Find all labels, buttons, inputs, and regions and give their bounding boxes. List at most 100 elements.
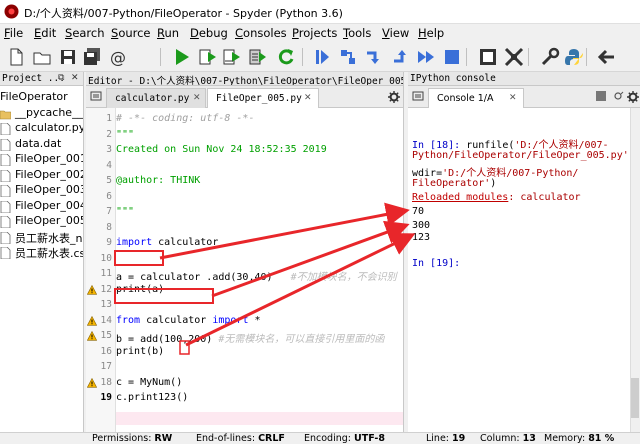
menu-search[interactable]: Search <box>65 26 105 40</box>
close-tab-icon[interactable]: ✕ <box>304 93 312 103</box>
file-icon <box>0 246 11 260</box>
code-line: print(a) <box>116 283 165 295</box>
line-number: 3 <box>106 144 112 155</box>
line-number: 9 <box>106 237 112 248</box>
scrollbar-thumb[interactable] <box>631 378 639 418</box>
encoding-status: Encoding: UTF-8 <box>304 433 385 444</box>
console-output-70: 70 <box>412 206 425 217</box>
current-line-highlight <box>116 412 403 425</box>
line-number-gutter: 1 2 3 4 5 6 7 8 9 10 11 12 13 14 15 16 17 18 19 <box>86 108 116 432</box>
console-line-wdir: wdir='D:/个人资料/007-Python/ <box>412 164 578 179</box>
tab-calculator[interactable]: calculator.py ✕ <box>106 88 206 108</box>
menu-projects[interactable]: Projects <box>292 26 337 40</box>
line-number: 16 <box>100 345 112 357</box>
menu-bar: File Edit Search Source Run Debug Consoles Proj… <box>0 24 640 42</box>
status-bar: Permissions: RW End-of-lines: CRLF Encod… <box>0 432 640 444</box>
project-pane-header: Project ... ⧉ ✕ <box>0 72 83 86</box>
gear-icon[interactable] <box>388 91 400 103</box>
save-all-icon[interactable] <box>82 47 102 67</box>
tab-label: calculator.py <box>115 93 190 104</box>
step-icon[interactable] <box>338 47 358 67</box>
run-icon[interactable] <box>172 47 192 67</box>
line-number: 14 <box>100 314 112 326</box>
gear-icon[interactable] <box>627 91 639 103</box>
code-line: b = add(100,200) #无需模块名，可以直接引用里面的函 <box>116 334 385 345</box>
tab-console-1a[interactable]: Console 1/A ✕ <box>428 88 524 108</box>
continue-icon[interactable] <box>416 47 436 67</box>
tree-item-label: FileOper_003.p <box>15 183 83 196</box>
console-output-300: 300 <box>412 220 431 231</box>
menu-source[interactable]: Source <box>111 26 151 40</box>
close-tab-icon[interactable]: ✕ <box>193 93 201 103</box>
browse-tabs-icon[interactable] <box>412 90 424 102</box>
tab-label: FileOper_005.py <box>216 93 302 104</box>
editor-pane: Editor - D:\个人资料\007-Python\FileOperator… <box>86 72 404 432</box>
file-icon <box>0 215 11 229</box>
toolbar-separator <box>302 48 303 66</box>
code-line: a = calculator .add(30,40) #不加模块名，不会识别 <box>116 272 397 283</box>
editor-pane-title: Editor - D:\个人资料\007-Python\FileOperator… <box>88 76 404 86</box>
save-file-icon[interactable] <box>58 47 78 67</box>
browse-tabs-icon[interactable] <box>90 90 102 102</box>
code-line: print(b) <box>116 345 165 357</box>
wdir-path-b: FileOperator' <box>412 178 491 189</box>
menu-help[interactable]: Help <box>418 26 444 40</box>
code-line: import calculator <box>116 237 219 248</box>
file-icon <box>0 200 11 213</box>
menu-run[interactable]: Run <box>157 26 179 40</box>
in19-prompt: In [19]: <box>412 258 461 269</box>
options-icon[interactable] <box>612 90 624 102</box>
warning-icon[interactable] <box>86 330 98 341</box>
permissions-status: Permissions: RW <box>92 433 173 444</box>
stop-debug-icon[interactable] <box>442 47 462 67</box>
menu-file[interactable]: File <box>4 26 23 40</box>
line-number: 8 <box>106 221 112 233</box>
file-icon <box>0 184 11 198</box>
warning-icon[interactable] <box>86 315 98 326</box>
menu-debug[interactable]: Debug <box>190 26 228 40</box>
line-status: Line: 19 <box>426 433 466 444</box>
file-icon <box>0 169 11 182</box>
file-icon <box>0 138 11 151</box>
menu-edit[interactable]: Edit <box>34 26 56 40</box>
warning-icon[interactable] <box>86 284 98 295</box>
step-into-icon[interactable] <box>364 47 384 67</box>
console-scrollbar[interactable] <box>630 108 640 432</box>
warning-icon[interactable] <box>86 377 98 388</box>
maximize-pane-icon[interactable] <box>478 47 498 67</box>
tab-fileoper-005[interactable]: FileOper_005.py ✕ <box>207 88 319 108</box>
step-return-icon[interactable] <box>390 47 410 67</box>
toolbar: @ <box>0 42 640 72</box>
stop-kernel-icon[interactable] <box>596 91 606 101</box>
tree-item-label: FileOperator <box>0 90 68 103</box>
rerun-icon[interactable] <box>276 47 296 67</box>
title-bar: D:/个人资料/007-Python/FileOperator - Spyder… <box>0 0 640 24</box>
run-cell-advance-icon[interactable] <box>222 47 242 67</box>
close-paren: ) <box>490 178 497 189</box>
debug-icon[interactable] <box>312 47 332 67</box>
run-selection-icon[interactable] <box>248 47 268 67</box>
close-pane-icon[interactable]: ✕ <box>71 73 79 83</box>
run-cell-icon[interactable] <box>198 47 218 67</box>
new-file-icon[interactable] <box>6 47 26 67</box>
undock-icon[interactable]: ⧉ <box>58 73 64 83</box>
console-line-in19[interactable]: In [19]: <box>412 258 460 269</box>
menu-view[interactable]: View <box>382 26 409 40</box>
fullscreen-icon[interactable] <box>504 47 524 67</box>
toolbar-separator <box>586 48 587 66</box>
close-tab-icon[interactable]: ✕ <box>509 93 517 103</box>
console-line-reload: Reloaded modules: calculator <box>412 192 581 203</box>
console-pane-header: IPython console <box>408 72 640 86</box>
menu-tools[interactable]: Tools <box>343 26 371 40</box>
console-pane-title: IPython console <box>410 73 496 84</box>
preferences-icon[interactable] <box>540 47 560 67</box>
code-line: """ <box>116 128 135 140</box>
console-line-wdir2: FileOperator') <box>412 178 496 189</box>
open-file-icon[interactable] <box>32 47 52 67</box>
code-line: c = MyNum() <box>116 376 183 388</box>
svg-text:@: @ <box>110 48 126 67</box>
menu-consoles[interactable]: Consoles <box>235 26 287 40</box>
at-icon[interactable]: @ <box>108 47 128 67</box>
back-icon[interactable] <box>596 47 616 67</box>
python-path-icon[interactable] <box>564 47 584 67</box>
